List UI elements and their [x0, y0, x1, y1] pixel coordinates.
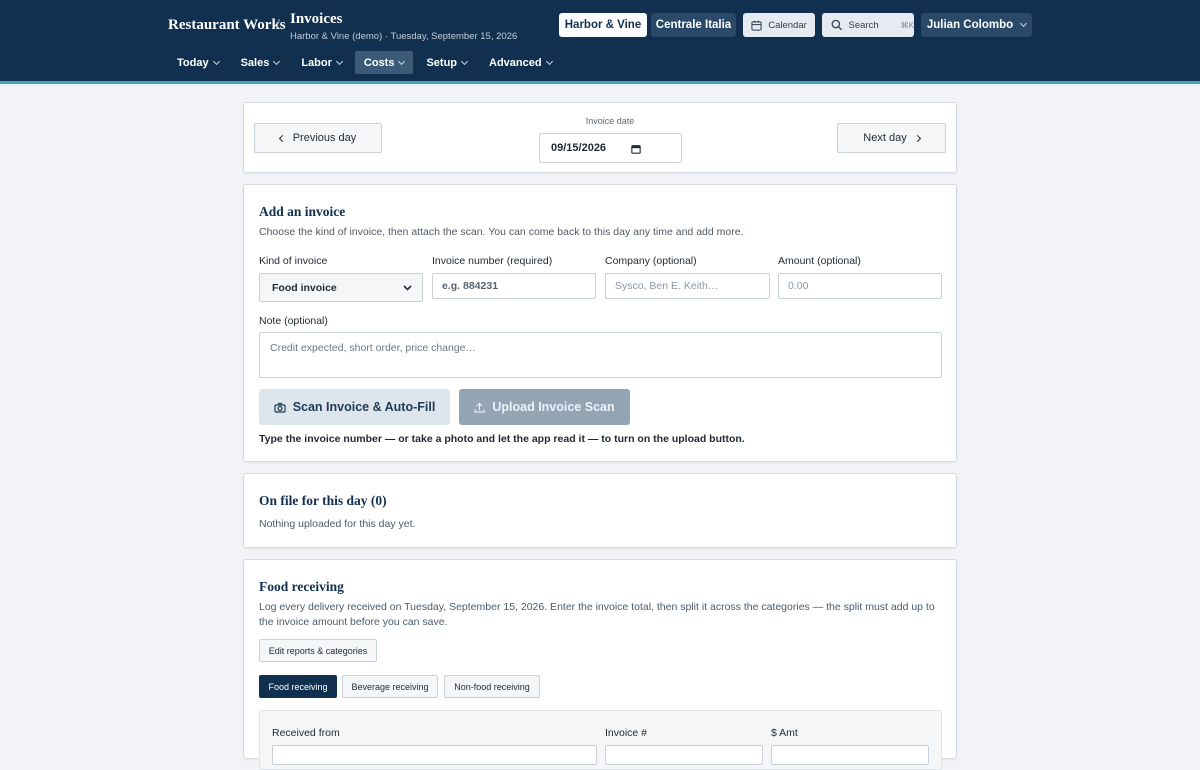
invoice-date-input[interactable]: 09/15/2026 [539, 133, 682, 163]
location-label: Centrale Italia [655, 19, 732, 31]
previous-day-label: Previous day [292, 132, 357, 144]
search-label: Search [848, 19, 879, 31]
search-shortcut: ⌘K [900, 20, 914, 30]
user-menu-button[interactable]: Julian Colombo [921, 13, 1032, 37]
kind-select[interactable]: Food invoice [259, 273, 423, 302]
page-subtitle: Harbor & Vine (demo) · Tuesday, Septembe… [290, 31, 518, 42]
upload-icon [474, 402, 485, 413]
tab-beverage-receiving[interactable]: Beverage receiving [342, 675, 438, 698]
chevron-right-icon [913, 134, 921, 142]
nav-label: Sales [240, 56, 270, 69]
amount-placeholder: 0.00 [788, 280, 809, 292]
invoice-number-input[interactable]: e.g. 884231 [432, 273, 596, 299]
food-receiving-card: Food receiving Log every delivery receiv… [243, 559, 957, 770]
note-placeholder: Credit expected, short order, price chan… [270, 342, 477, 354]
chevron-down-icon [398, 57, 406, 65]
add-invoice-description: Choose the kind of invoice, then attach … [259, 226, 744, 238]
chevron-down-icon [1020, 19, 1028, 28]
scan-invoice-label: Scan Invoice & Auto-Fill [292, 400, 436, 414]
on-file-card: On file for this day (0) Nothing uploade… [243, 473, 957, 548]
nav-label: Costs [363, 56, 395, 69]
nav-label: Labor [301, 56, 332, 69]
previous-day-button[interactable]: Previous day [254, 123, 382, 153]
chevron-down-icon [212, 57, 220, 65]
tab-label: Food receiving [268, 681, 328, 692]
food-receiving-title: Food receiving [259, 579, 344, 594]
calendar-button[interactable]: Calendar [743, 13, 815, 37]
invoice-date-label: Invoice date [585, 116, 635, 126]
select-arrow-icon [403, 284, 412, 291]
invoice-no-input[interactable] [605, 745, 763, 765]
next-day-label: Next day [863, 132, 907, 144]
location-button-centrale-italia[interactable]: Centrale Italia [651, 13, 736, 37]
chevron-down-icon [460, 57, 469, 65]
chevron-down-icon [545, 57, 553, 65]
location-label: Harbor & Vine [564, 19, 642, 31]
note-textarea[interactable]: Credit expected, short order, price chan… [259, 332, 942, 378]
camera-icon [274, 402, 286, 413]
invoice-number-placeholder: e.g. 884231 [442, 280, 499, 292]
nav-item-labor[interactable]: Labor [292, 51, 351, 74]
nav-item-costs[interactable]: Costs [354, 51, 414, 74]
tab-label: Non-food receiving [454, 681, 530, 692]
next-day-button[interactable]: Next day [837, 123, 946, 153]
amount-label: Amount (optional) [778, 255, 861, 267]
top-bar: Restaurant Works / Invoices Harbor & Vin… [0, 0, 1200, 84]
search-icon [831, 19, 843, 31]
page-title: Invoices [290, 11, 343, 27]
food-receiving-description-line1: Log every delivery received on Tuesday, … [259, 601, 935, 613]
date-nav-card: Previous day Invoice date 09/15/2026 Nex… [243, 102, 957, 173]
nav-label: Setup [426, 56, 458, 69]
chevron-down-icon [273, 57, 281, 65]
upload-hint: Type the invoice number — or take a phot… [259, 433, 745, 445]
brand-name[interactable]: Restaurant Works [168, 17, 286, 34]
on-file-title: On file for this day (0) [259, 493, 387, 508]
edit-reports-button[interactable]: Edit reports & categories [259, 639, 377, 662]
chevron-down-icon [335, 57, 343, 65]
on-file-empty: Nothing uploaded for this day yet. [259, 518, 416, 530]
nav-item-sales[interactable]: Sales [232, 51, 289, 74]
nav-label: Today [177, 56, 209, 69]
nav-item-today[interactable]: Today [168, 51, 228, 74]
amount-column-label: $ Amt [771, 727, 798, 739]
add-invoice-title: Add an invoice [259, 204, 346, 219]
kind-label: Kind of invoice [259, 255, 328, 267]
received-from-label: Received from [272, 727, 340, 739]
search-button[interactable]: Search ⌘K [822, 13, 914, 37]
company-placeholder: Sysco, Ben E. Keith… [615, 280, 719, 292]
receiving-entry-panel: Received from Invoice # $ Amt [259, 710, 942, 770]
calendar-icon[interactable] [631, 144, 641, 154]
invoice-no-label: Invoice # [605, 727, 648, 739]
nav-label: Advanced [489, 56, 542, 69]
edit-reports-label: Edit reports & categories [268, 645, 368, 656]
add-invoice-card: Add an invoice Choose the kind of invoic… [243, 184, 957, 462]
kind-value: Food invoice [272, 281, 337, 294]
nav-item-setup[interactable]: Setup [417, 51, 476, 74]
amount-input[interactable]: 0.00 [778, 273, 942, 299]
company-input[interactable]: Sysco, Ben E. Keith… [605, 273, 770, 299]
calendar-icon [751, 20, 762, 31]
scan-invoice-button[interactable]: Scan Invoice & Auto-Fill [259, 389, 450, 425]
user-name: Julian Colombo [926, 19, 1014, 31]
tab-food-receiving[interactable]: Food receiving [259, 675, 337, 698]
invoice-number-label: Invoice number (required) [432, 255, 553, 267]
note-label: Note (optional) [259, 315, 328, 327]
tab-non-food-receiving[interactable]: Non-food receiving [444, 675, 540, 698]
company-label: Company (optional) [605, 255, 697, 267]
invoice-date-value: 09/15/2026 [551, 142, 607, 154]
chevron-left-icon [278, 134, 286, 142]
calendar-label: Calendar [768, 19, 807, 31]
location-button-harbor-vine[interactable]: Harbor & Vine [559, 13, 647, 37]
received-from-input[interactable] [272, 745, 597, 765]
breadcrumb-separator: / [276, 16, 280, 32]
upload-invoice-button[interactable]: Upload Invoice Scan [459, 389, 630, 425]
nav-item-advanced[interactable]: Advanced [480, 51, 561, 74]
upload-invoice-label: Upload Invoice Scan [492, 400, 615, 414]
main-nav: Today Sales Labor Costs Setup Advanced [168, 51, 561, 74]
food-receiving-description-line2: the invoice amount before you can save. [259, 616, 448, 628]
tab-label: Beverage receiving [351, 681, 429, 692]
amount-column-input[interactable] [771, 745, 929, 765]
